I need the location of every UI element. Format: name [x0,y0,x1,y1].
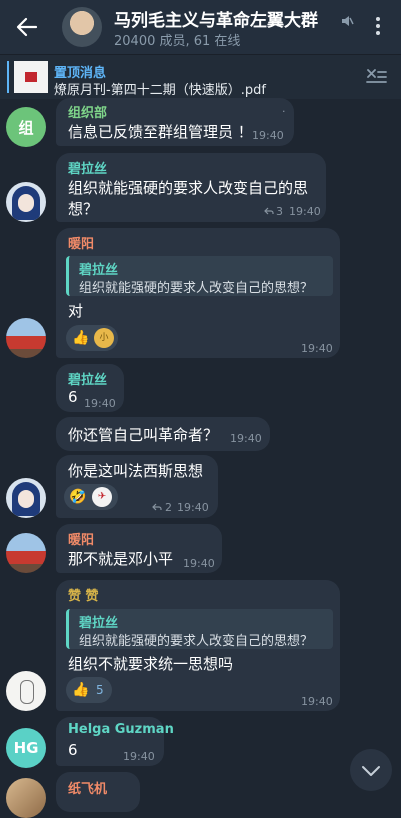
message-bubble[interactable]: Helga Guzman 6 19:40 [56,717,174,766]
quoted-sender: 碧拉丝 [79,616,119,631]
muted-speaker-icon [342,16,354,26]
message-bubble[interactable]: 你还管自己叫革命者？ 19:40 [56,417,270,451]
pinned-indicator [7,61,9,93]
avatar-zhifeiji[interactable] [6,778,46,818]
message-bubble[interactable]: 赞 赞 碧拉丝 组织就能强硬的要求人改变自己的思想？ 组织不就要求统一思想吗 👍… [56,580,340,711]
avatar-bilasi[interactable] [6,182,46,222]
laughing-emoji-icon: 🤣 [69,489,87,505]
message-time: 19:40 [301,342,333,355]
message-time: 19:40 [84,397,116,410]
more-menu-icon[interactable] [366,14,390,40]
message-time: 19:40 [183,557,215,570]
pin-list-icon[interactable] [364,66,388,88]
pinned-message-bar[interactable]: 置顶消息 燎原月刊-第四十二期（快速版）.pdf [0,54,401,99]
reply-count-icon [264,207,274,215]
message-text: 对 [68,302,84,320]
quoted-reply[interactable]: 碧拉丝 组织就能强硬的要求人改变自己的思想？ [66,256,333,296]
message-text: 那不就是邓小平 [68,550,174,568]
sender-name[interactable]: 暖阳 [68,529,94,548]
chat-header: 马列毛主义与革命左翼大群 20400 成员, 61 在线 [0,0,401,54]
sender-name[interactable]: Helga Guzman [68,722,174,737]
back-arrow-icon[interactable] [14,14,40,40]
message-text: 6 [68,741,78,759]
reply-count[interactable]: 2 [165,501,172,514]
thumbs-up-icon: 👍 [72,330,90,346]
message-text: 你是这叫法西斯思想 [68,462,204,480]
message-time: 19:40 [230,432,262,445]
sender-name[interactable]: 纸飞机 [68,778,107,797]
message-bubble[interactable]: 碧拉丝 6 19:40 [56,364,124,412]
sender-name[interactable]: 赞 赞 [68,585,99,604]
avatar-helga[interactable]: HG [6,728,46,768]
message-bubble[interactable]: 暖阳 碧拉丝 组织就能强硬的要求人改变自己的思想？ 对 👍 小 19:40 [56,228,340,358]
group-title[interactable]: 马列毛主义与革命左翼大群 [114,6,318,31]
chevron-down-icon [362,766,380,776]
message-bubble[interactable]: 暖阳 那不就是邓小平 19:40 [56,524,222,573]
reactor-avatar: 小 [94,328,114,348]
sender-name[interactable]: 碧拉丝 [68,369,107,388]
message-text: 你还管自己叫革命者？ [68,426,219,444]
message-time: 19:40 [252,129,284,142]
pdf-thumbnail [14,61,48,93]
reaction-pill[interactable]: 👍 5 [66,677,112,703]
group-avatar[interactable] [62,7,102,47]
sender-name[interactable]: 暖阳 [68,233,94,252]
message-text: 信息已反馈至群组管理员 ！ [68,123,253,141]
message-text: 想？ [68,200,99,218]
thumbs-up-icon: 👍 [72,682,90,698]
avatar-bilasi[interactable] [6,478,46,518]
reply-count[interactable]: 3 [276,205,283,218]
avatar-zuzhibu[interactable]: 组 [6,107,46,147]
message-time: . [282,102,286,115]
reaction-pill[interactable]: 👍 小 [66,325,118,351]
avatar-nuanyang[interactable] [6,318,46,358]
avatar-zanzan[interactable] [6,671,46,711]
message-text: 组织不就要求统一思想吗 [68,655,234,673]
quoted-text: 组织就能强硬的要求人改变自己的思想？ [79,281,314,296]
reaction-count: 5 [96,683,104,697]
quoted-text: 组织就能强硬的要求人改变自己的思想？ [79,634,314,649]
message-bubble[interactable]: 组织部 信息已反馈至群组管理员 ！ . 19:40 [56,98,294,146]
message-bubble[interactable]: 纸飞机 [56,772,140,812]
quoted-sender: 碧拉丝 [79,263,119,278]
reactor-avatar: ✈ [92,487,112,507]
member-count: 20400 成员, 61 在线 [114,34,241,49]
quoted-reply[interactable]: 碧拉丝 组织就能强硬的要求人改变自己的思想？ [66,609,333,649]
reaction-pill[interactable]: 🤣 ✈ [64,484,118,510]
scroll-down-button[interactable] [350,749,392,791]
message-text: 6 [68,388,78,406]
avatar-nuanyang[interactable] [6,533,46,573]
message-text: 组织就能强硬的要求人改变自己的思 [68,179,309,197]
message-time: 19:40 [289,205,321,218]
message-time: 19:40 [123,750,155,763]
message-time: 19:40 [177,501,209,514]
message-time: 19:40 [301,695,333,708]
sender-name[interactable]: 碧拉丝 [68,158,107,177]
message-bubble[interactable]: 你是这叫法西斯思想 🤣 ✈ 2 19:40 [56,455,218,518]
pinned-text: 燎原月刊-第四十二期（快速版）.pdf [54,83,266,98]
message-bubble[interactable]: 碧拉丝 组织就能强硬的要求人改变自己的思 想？ 3 19:40 [56,153,326,222]
sender-name[interactable]: 组织部 [68,102,107,121]
reply-count-icon [152,503,162,511]
